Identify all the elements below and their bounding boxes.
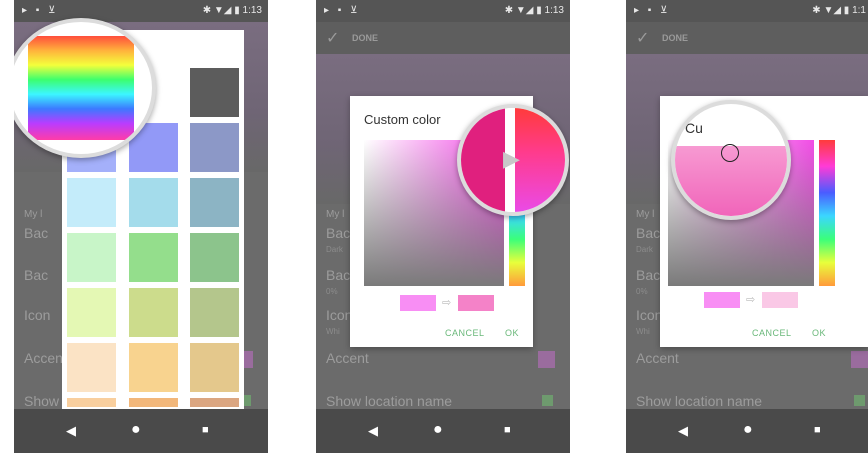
setting-row-show-location[interactable]: Show location name [636, 393, 762, 409]
phone-screen-3: ▸ ▪ ⊻ ✱ ▼◢ ▮ 1:1 ✓ DONE My l Bac Dark Ba… [626, 0, 868, 453]
color-swatch[interactable] [67, 343, 116, 392]
setting-row-icons[interactable]: Icon [24, 307, 50, 323]
setting-row-icons-value: Whi [636, 327, 650, 336]
show-location-checkbox[interactable] [854, 395, 865, 406]
status-right-info: ✱ ▼◢ ▮ 1:13 [202, 5, 262, 16]
setting-row-background-value: Dark [636, 245, 653, 254]
back-icon[interactable]: ◀ [368, 423, 378, 439]
recents-icon[interactable]: ■ [814, 424, 821, 436]
back-icon[interactable]: ◀ [678, 423, 688, 439]
home-icon[interactable]: ● [433, 421, 443, 439]
color-swatch[interactable] [190, 178, 239, 227]
done-button[interactable]: DONE [352, 33, 378, 43]
arrow-right-icon: ⇨ [442, 297, 452, 309]
navigation-bar: ◀ ● ■ [316, 409, 570, 453]
setting-row-background-value: Dark [326, 245, 343, 254]
setting-row-background-2[interactable]: Bac [636, 267, 660, 283]
setting-row-title: My l [326, 209, 345, 220]
setting-row-title: My l [636, 209, 655, 220]
magnifier-color-picker: Cu [671, 100, 791, 220]
setting-row-background[interactable]: Bac [636, 225, 660, 241]
accent-color-swatch[interactable] [851, 351, 868, 368]
color-swatch[interactable] [190, 68, 239, 117]
setting-row-accent[interactable]: Accent [24, 350, 67, 366]
setting-row-background-2-value: 0% [636, 287, 648, 296]
arrow-right-icon: ⇨ [746, 294, 756, 306]
status-left-icons: ▸ ▪ ⊻ [324, 5, 361, 16]
cancel-button[interactable]: CANCEL [445, 328, 485, 338]
status-right-info: ✱ ▼◢ ▮ 1:1 [812, 5, 866, 16]
setting-row-background-2[interactable]: Bac [326, 267, 350, 283]
status-left-icons: ▸ ▪ ⊻ [22, 5, 59, 16]
setting-row-icons[interactable]: Icon [636, 307, 662, 323]
recents-icon[interactable]: ■ [504, 424, 511, 436]
color-swatch[interactable] [190, 398, 239, 407]
status-bar: ▸ ▪ ⊻ ✱ ▼◢ ▮ 1:13 [316, 0, 570, 22]
toolbar: ✓ DONE [626, 22, 868, 54]
back-icon[interactable]: ◀ [66, 423, 76, 439]
new-color-chip [458, 295, 494, 311]
phone-screen-1: ▸ ▪ ⊻ ✱ ▼◢ ▮ 1:13 My l Bac Bac Icon Acce… [14, 0, 268, 453]
status-bar: ▸ ▪ ⊻ ✱ ▼◢ ▮ 1:13 [14, 0, 268, 22]
status-left-icons: ▸ ▪ ⊻ [634, 5, 671, 16]
hue-slider-handle[interactable]: ▶ [503, 146, 520, 172]
magnified-hue-bar [515, 108, 565, 212]
old-color-chip [704, 292, 740, 308]
old-color-chip [400, 295, 436, 311]
setting-row-icons[interactable]: Icon [326, 307, 352, 323]
setting-row-title: My l [24, 209, 43, 220]
setting-row-background-2-value: 0% [326, 287, 338, 296]
show-location-checkbox[interactable] [542, 395, 553, 406]
color-swatch[interactable] [67, 398, 116, 407]
color-swatch[interactable] [129, 233, 178, 282]
color-swatch[interactable] [129, 343, 178, 392]
color-swatch[interactable] [190, 123, 239, 172]
ok-button[interactable]: OK [505, 328, 519, 338]
setting-row-icons-value: Whi [326, 327, 340, 336]
setting-row-background[interactable]: Bac [326, 225, 350, 241]
color-swatch[interactable] [67, 288, 116, 337]
check-icon[interactable]: ✓ [326, 28, 339, 48]
magnified-dialog-title: Cu [685, 120, 703, 136]
magnifier-hue-slider: ▶ [457, 104, 569, 216]
navigation-bar: ◀ ● ■ [626, 409, 868, 453]
color-swatch[interactable] [190, 233, 239, 282]
navigation-bar: ◀ ● ■ [14, 409, 268, 453]
setting-row-accent[interactable]: Accent [326, 350, 369, 366]
color-picker-cursor[interactable] [721, 144, 739, 162]
color-swatch[interactable] [190, 343, 239, 392]
cancel-button[interactable]: CANCEL [752, 328, 792, 338]
status-right-info: ✱ ▼◢ ▮ 1:13 [504, 5, 564, 16]
setting-row-background-2[interactable]: Bac [24, 267, 48, 283]
color-swatch[interactable] [129, 178, 178, 227]
magnified-color-field [461, 108, 505, 212]
home-icon[interactable]: ● [743, 421, 753, 439]
setting-row-background[interactable]: Bac [24, 225, 48, 241]
color-swatch[interactable] [67, 233, 116, 282]
home-icon[interactable]: ● [131, 421, 141, 439]
color-swatch[interactable] [67, 178, 116, 227]
recents-icon[interactable]: ■ [202, 424, 209, 436]
color-swatch[interactable] [129, 288, 178, 337]
done-button[interactable]: DONE [662, 33, 688, 43]
status-bar: ▸ ▪ ⊻ ✱ ▼◢ ▮ 1:1 [626, 0, 868, 22]
accent-color-swatch[interactable] [538, 351, 555, 368]
new-color-chip [762, 292, 798, 308]
ok-button[interactable]: OK [812, 328, 826, 338]
setting-row-accent[interactable]: Accent [636, 350, 679, 366]
custom-color-swatch[interactable] [28, 36, 134, 140]
color-swatch[interactable] [190, 288, 239, 337]
color-swatch[interactable] [129, 398, 178, 407]
phone-screen-2: ▸ ▪ ⊻ ✱ ▼◢ ▮ 1:13 ✓ DONE My l Bac Dark B… [316, 0, 570, 453]
toolbar: ✓ DONE [316, 22, 570, 54]
setting-row-show-location[interactable]: Show location name [326, 393, 452, 409]
hue-slider[interactable] [819, 140, 835, 286]
check-icon[interactable]: ✓ [636, 28, 649, 48]
dialog-title: Custom color [364, 112, 441, 127]
